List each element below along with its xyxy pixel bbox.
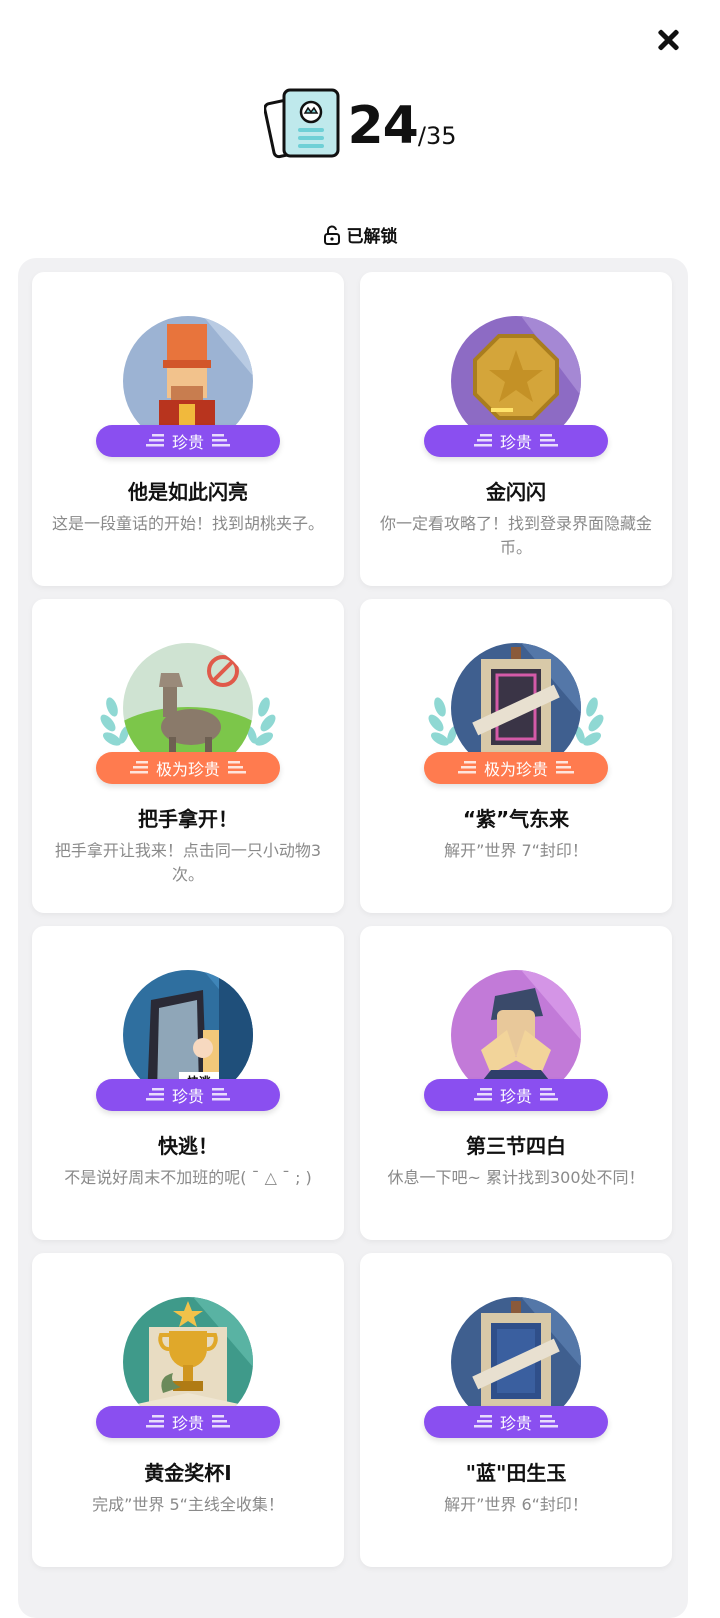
stripes-icon — [145, 1415, 164, 1428]
rarity-badge: 极为珍贵 — [96, 752, 280, 784]
achievement-desc: 不是说好周末不加班的呢( ˉ △ ˉ ; ) — [64, 1168, 312, 1187]
achievement-title: 快逃！ — [158, 1134, 218, 1158]
achievement-desc: 你一定看攻略了！找到登录界面隐藏金币。 — [379, 514, 652, 557]
unlocked-label: 已解锁 — [346, 227, 398, 247]
rarity-badge: 珍贵 — [96, 425, 280, 457]
stripes-icon — [540, 434, 558, 447]
close-button[interactable] — [654, 26, 682, 54]
stripes-icon — [212, 1088, 230, 1101]
stripes-icon — [473, 434, 492, 447]
stripes-icon — [473, 1415, 492, 1428]
rarity-badge: 珍贵 — [96, 1079, 280, 1111]
achievement-desc: 完成”世界 5“主线全收集！ — [92, 1495, 284, 1514]
total-count: /35 — [417, 122, 457, 150]
collection-counter: 24 /35 — [0, 86, 720, 166]
unlocked-filter[interactable]: 已解锁 — [0, 222, 720, 247]
stripes-icon — [228, 761, 246, 774]
achievement-card[interactable]: 珍贵 "蓝"田生玉 解开”世界 6“封印！ — [360, 1253, 672, 1567]
stripes-icon — [145, 1088, 164, 1101]
stripes-icon — [145, 434, 164, 447]
stripes-icon — [129, 761, 148, 774]
achievement-title: "蓝"田生玉 — [465, 1461, 567, 1485]
achievement-grid: 珍贵 他是如此闪亮 这是一段童话的开始！找到胡桃夹子。 珍贵 金闪闪 你一定看攻… — [18, 258, 688, 1618]
achievement-cards-icon — [263, 88, 339, 159]
achievement-card[interactable]: 极为珍贵 把手拿开！ 把手拿开让我来！点击同一只小动物3次。 — [32, 599, 344, 913]
stripes-icon — [473, 1088, 492, 1101]
stripes-icon — [457, 761, 476, 774]
stripes-icon — [540, 1088, 558, 1101]
achievement-title: 黄金奖杯I — [144, 1461, 232, 1485]
achievement-desc: 解开”世界 6“封印！ — [444, 1495, 588, 1514]
stripes-icon — [556, 761, 574, 774]
stripes-icon — [540, 1415, 558, 1428]
rarity-badge: 极为珍贵 — [424, 752, 608, 784]
achievement-title: “紫”气东来 — [462, 807, 570, 831]
achievement-title: 金闪闪 — [486, 480, 546, 504]
achievement-card[interactable]: 极为珍贵 “紫”气东来 解开”世界 7“封印！ — [360, 599, 672, 913]
stripes-icon — [212, 434, 230, 447]
rarity-badge: 珍贵 — [424, 425, 608, 457]
achievement-card[interactable]: 快逃 珍贵 快逃！ 不是说好周末不加班的呢( ˉ △ ˉ ; ) — [32, 926, 344, 1240]
rarity-badge: 珍贵 — [424, 1406, 608, 1438]
achievement-desc: 休息一下吧~ 累计找到300处不同！ — [387, 1168, 645, 1187]
achievement-desc: 解开”世界 7“封印！ — [444, 841, 588, 860]
achievement-title: 把手拿开！ — [138, 807, 238, 831]
rarity-badge: 珍贵 — [424, 1079, 608, 1111]
achievement-desc: 这是一段童话的开始！找到胡桃夹子。 — [51, 514, 324, 533]
achievement-card[interactable]: 珍贵 他是如此闪亮 这是一段童话的开始！找到胡桃夹子。 — [32, 272, 344, 586]
achievement-title: 第三节四白 — [466, 1134, 566, 1158]
achievement-title: 他是如此闪亮 — [128, 480, 248, 504]
unlocked-count: 24 — [347, 96, 419, 156]
stripes-icon — [212, 1415, 230, 1428]
rarity-badge: 珍贵 — [96, 1406, 280, 1438]
achievement-desc: 把手拿开让我来！点击同一只小动物3次。 — [54, 841, 322, 884]
achievement-card[interactable]: 珍贵 黄金奖杯I 完成”世界 5“主线全收集！ — [32, 1253, 344, 1567]
achievement-card[interactable]: 珍贵 金闪闪 你一定看攻略了！找到登录界面隐藏金币。 — [360, 272, 672, 586]
achievement-card[interactable]: 珍贵 第三节四白 休息一下吧~ 累计找到300处不同！ — [360, 926, 672, 1240]
unlock-icon — [323, 225, 340, 245]
